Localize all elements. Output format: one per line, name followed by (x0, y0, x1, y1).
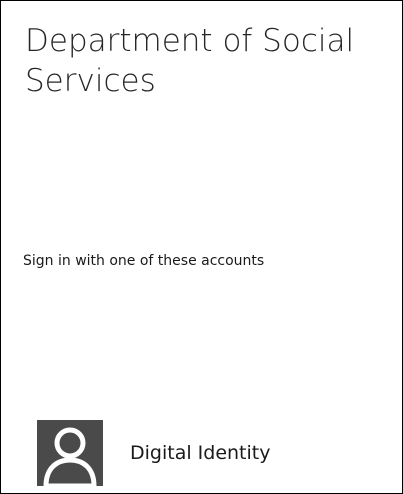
sign-in-panel: Department of Social Services Sign in wi… (0, 0, 403, 494)
sign-in-prompt: Sign in with one of these accounts (23, 253, 265, 269)
account-option-digital-identity[interactable]: Digital Identity (37, 420, 387, 486)
user-silhouette-icon (43, 427, 97, 486)
organization-title: Department of Social Services (25, 23, 355, 99)
user-avatar-icon (37, 420, 103, 486)
account-label: Digital Identity (130, 442, 271, 464)
